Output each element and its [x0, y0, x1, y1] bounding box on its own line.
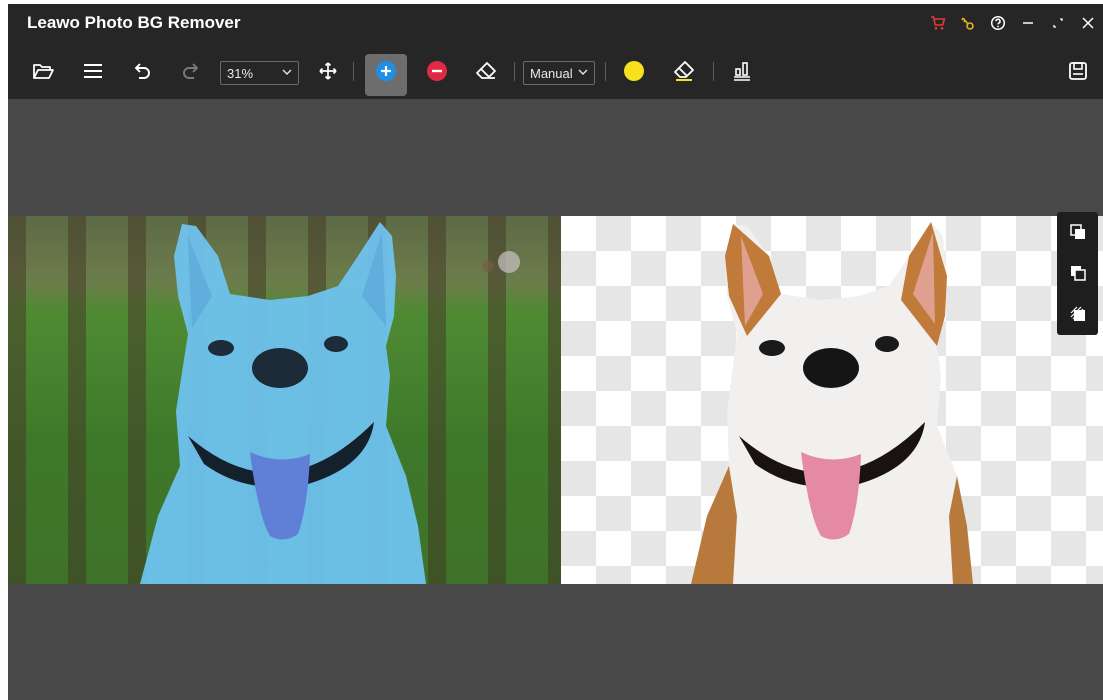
restore-icon[interactable]: [1043, 4, 1073, 42]
close-icon[interactable]: [1073, 4, 1103, 42]
view-mode-panel: [1057, 212, 1098, 335]
compare-size-icon[interactable]: [728, 42, 756, 99]
key-icon[interactable]: [953, 4, 983, 42]
result-image-panel[interactable]: [561, 216, 1103, 584]
app-title: Leawo Photo BG Remover: [27, 13, 241, 32]
brush-color-icon[interactable]: [620, 42, 648, 99]
move-icon[interactable]: [314, 42, 342, 99]
view-result-icon[interactable]: [1057, 255, 1098, 291]
add-area-icon[interactable]: [373, 42, 399, 99]
canvas-area: [8, 99, 1103, 700]
separator: [605, 62, 606, 81]
window-controls: [923, 4, 1103, 42]
minimize-icon[interactable]: [1013, 4, 1043, 42]
chevron-down-icon: [577, 66, 589, 78]
eraser-alt-icon[interactable]: [669, 42, 699, 99]
mode-select[interactable]: Manual: [523, 61, 595, 85]
save-icon[interactable]: [1063, 42, 1093, 99]
separator: [514, 62, 515, 81]
mode-value: Manual: [530, 65, 573, 81]
toolbar: 31% Manual: [8, 42, 1103, 99]
zoom-value: 31%: [227, 65, 254, 81]
undo-icon[interactable]: [128, 42, 158, 99]
app-window: Leawo Photo BG Remover 31% Manual: [8, 4, 1103, 700]
title-bar: Leawo Photo BG Remover: [8, 4, 1103, 42]
separator: [353, 62, 354, 81]
menu-icon[interactable]: [78, 42, 108, 99]
chevron-down-icon: [281, 66, 293, 78]
redo-icon[interactable]: [175, 42, 205, 99]
eraser-icon[interactable]: [471, 42, 501, 99]
zoom-select[interactable]: 31%: [220, 61, 299, 85]
cutout-dog-image: [691, 222, 973, 584]
open-folder-icon[interactable]: [28, 42, 58, 99]
help-icon[interactable]: [983, 4, 1013, 42]
view-split-icon[interactable]: [1057, 296, 1098, 332]
view-original-icon[interactable]: [1057, 214, 1098, 250]
separator: [713, 62, 714, 81]
masked-dog-image: [140, 222, 520, 584]
original-image-panel[interactable]: [8, 216, 561, 584]
remove-area-icon[interactable]: [424, 42, 450, 99]
cart-icon[interactable]: [923, 4, 953, 42]
